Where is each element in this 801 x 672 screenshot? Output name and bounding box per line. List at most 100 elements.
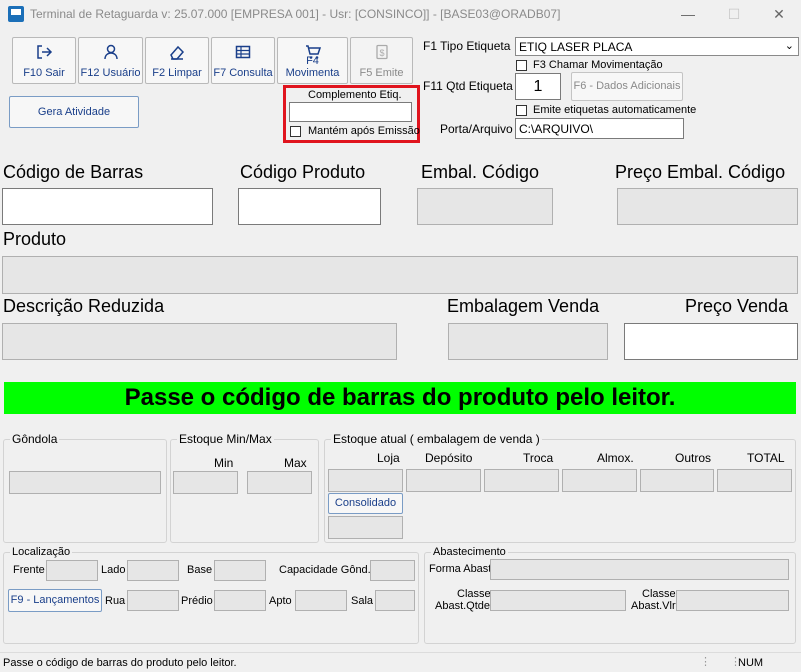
classe-qtde-label-1: Classe	[457, 588, 491, 600]
mantem-label: Mantém após Emissão	[308, 125, 420, 137]
max-label: Max	[284, 456, 307, 470]
predio-label: Prédio	[181, 595, 213, 607]
base-field	[214, 560, 266, 581]
codigo-produto-input[interactable]	[238, 188, 381, 225]
loja-field	[328, 469, 403, 492]
preco-venda-label: Preço Venda	[685, 296, 789, 316]
consulta-label: F7 Consulta	[213, 67, 273, 79]
tipo-etiqueta-select[interactable]: ETIQ LASER PLACA ⌄	[515, 37, 799, 56]
forma-abast-label: Forma Abast	[429, 563, 492, 575]
embalagem-venda-field	[448, 323, 608, 360]
base-label: Base	[187, 564, 213, 576]
instruction-banner: Passe o código de barras do produto pelo…	[4, 382, 796, 414]
porta-arquivo-value: C:\ARQUIVO\	[519, 122, 594, 136]
emite-automaticamente-checkbox[interactable]	[516, 105, 527, 116]
col-loja: Loja	[377, 451, 400, 465]
frente-label: Frente	[13, 564, 45, 576]
complemento-title: Complemento Etiq.	[308, 89, 402, 101]
tipo-etiqueta-value: ETIQ LASER PLACA	[519, 40, 633, 54]
gondola-title: Gôndola	[10, 432, 60, 446]
porta-arquivo-input[interactable]: C:\ARQUIVO\	[515, 118, 684, 139]
maximize-button[interactable]: ☐	[712, 2, 756, 26]
preco-venda-input[interactable]	[624, 323, 798, 360]
consulta-button[interactable]: F7 Consulta	[211, 37, 275, 84]
chamar-movimentacao-checkbox[interactable]	[516, 60, 527, 71]
gondola-field	[9, 471, 161, 494]
chamar-movimentacao-label: F3 Chamar Movimentação	[533, 59, 663, 71]
usuario-button[interactable]: F12 Usuário	[78, 37, 143, 84]
classe-vlr-field	[676, 590, 789, 611]
lado-label: Lado	[101, 564, 126, 576]
total-field	[717, 469, 792, 492]
app-icon	[8, 6, 24, 22]
almox-field	[562, 469, 637, 492]
window-title: Terminal de Retaguarda v: 25.07.000 [EMP…	[30, 7, 561, 21]
min-field	[173, 471, 238, 494]
troca-field	[484, 469, 559, 492]
frente-field	[46, 560, 98, 581]
codigo-barras-input[interactable]	[2, 188, 213, 225]
localizacao-title: Localização	[10, 546, 73, 558]
sair-label: F10 Sair	[23, 67, 65, 79]
table-icon	[212, 43, 274, 61]
predio-field	[214, 590, 266, 611]
lancamentos-button[interactable]: F9 - Lançamentos	[8, 589, 102, 612]
classe-vlr-label-2: Abast.Vlr	[631, 600, 676, 612]
capacidade-label: Capacidade Gônd.	[279, 564, 371, 576]
usuario-label: F12 Usuário	[80, 67, 141, 79]
col-total: TOTAL	[747, 451, 785, 465]
movimenta-label: F4 Movimenta	[285, 55, 340, 79]
col-outros: Outros	[675, 451, 712, 465]
movimenta-button[interactable]: F4 Movimenta	[277, 37, 348, 84]
estoque-atual-title: Estoque atual ( embalagem de venda )	[331, 432, 542, 446]
qtd-etiqueta-label: F11 Qtd Etiqueta	[423, 79, 513, 93]
status-text: Passe o código de barras do produto pelo…	[3, 657, 237, 669]
produto-field	[2, 256, 798, 294]
codigo-produto-label: Código Produto	[240, 162, 366, 182]
qtd-etiqueta-input[interactable]: 1	[515, 73, 561, 100]
minimize-button[interactable]: —	[666, 2, 710, 26]
col-troca: Troca	[523, 451, 554, 465]
consolidado-button[interactable]: Consolidado	[328, 493, 403, 514]
mantem-checkbox[interactable]	[290, 126, 301, 137]
emite-button[interactable]: $ F5 Emite	[350, 37, 413, 84]
apto-label: Apto	[269, 595, 292, 607]
consolidado-field	[328, 516, 403, 539]
embalagem-venda-label: Embalagem Venda	[447, 296, 600, 316]
dados-adicionais-button[interactable]: F6 - Dados Adicionais	[571, 72, 683, 101]
codigo-barras-label: Código de Barras	[3, 162, 144, 182]
user-icon	[79, 43, 142, 61]
sala-field	[375, 590, 415, 611]
num-lock-indicator: NUM	[738, 657, 764, 669]
limpar-button[interactable]: F2 Limpar	[145, 37, 209, 84]
preco-embal-codigo-field	[617, 188, 798, 225]
dollar-doc-icon: $	[351, 43, 412, 61]
rua-field	[127, 590, 179, 611]
close-button[interactable]: ✕	[757, 2, 801, 26]
gera-atividade-button[interactable]: Gera Atividade	[9, 96, 139, 128]
col-almox: Almox.	[597, 451, 634, 465]
limpar-label: F2 Limpar	[152, 67, 202, 79]
estoque-minmax-title: Estoque Min/Max	[177, 432, 274, 446]
abastecimento-title: Abastecimento	[431, 546, 508, 558]
emite-label: F5 Emite	[359, 67, 404, 79]
lado-field	[127, 560, 179, 581]
descricao-reduzida-field	[2, 323, 397, 360]
classe-qtde-label-2: Abast.Qtde	[435, 600, 491, 612]
sair-button[interactable]: F10 Sair	[12, 37, 76, 84]
porta-arquivo-label: Porta/Arquivo	[440, 122, 513, 136]
classe-qtde-field	[490, 590, 626, 611]
outros-field	[640, 469, 714, 492]
capacidade-field	[370, 560, 415, 581]
complemento-input[interactable]	[289, 102, 412, 122]
title-bar: Terminal de Retaguarda v: 25.07.000 [EMP…	[0, 0, 801, 28]
descricao-reduzida-label: Descrição Reduzida	[3, 296, 165, 316]
tipo-etiqueta-label: F1 Tipo Etiqueta	[423, 39, 511, 53]
col-deposito: Depósito	[425, 451, 473, 465]
min-label: Min	[214, 456, 234, 470]
emite-automaticamente-label: Emite etiquetas automaticamente	[533, 104, 697, 116]
max-field	[247, 471, 312, 494]
deposito-field	[406, 469, 481, 492]
exit-icon	[13, 43, 75, 61]
preco-embal-codigo-label: Preço Embal. Código	[615, 162, 786, 182]
